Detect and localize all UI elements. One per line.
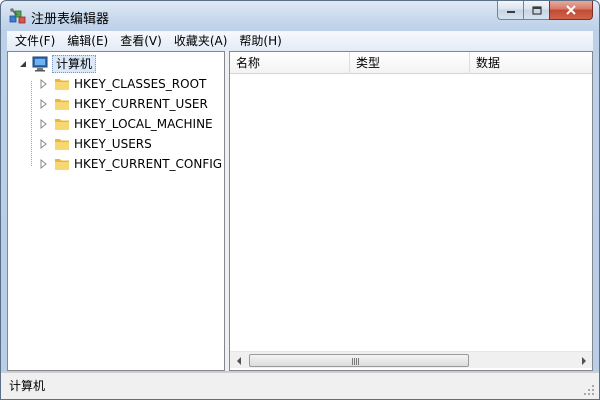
tree-item-label: HKEY_USERS	[74, 137, 152, 151]
minimize-icon	[506, 11, 515, 13]
status-bar: 计算机	[1, 372, 599, 399]
folder-icon	[55, 139, 69, 150]
column-header-type[interactable]: 类型	[350, 52, 470, 74]
list-header: 名称 类型 数据	[230, 52, 592, 74]
expand-arrow-icon[interactable]	[38, 79, 48, 89]
scroll-left-button[interactable]	[230, 352, 247, 369]
menu-bar: 文件(F) 编辑(E) 查看(V) 收藏夹(A) 帮助(H)	[7, 31, 593, 51]
scroll-right-button[interactable]	[575, 352, 592, 369]
menu-favorites[interactable]: 收藏夹(A)	[168, 32, 234, 50]
expand-arrow-icon[interactable]	[38, 139, 48, 149]
close-button[interactable]	[549, 1, 593, 20]
resize-grip-icon[interactable]	[583, 384, 595, 396]
key-tree-pane[interactable]: 计算机 HKEY_CLASSES_ROOT HKEY_CURRENT_USER …	[7, 51, 225, 371]
scrollbar-thumb[interactable]	[249, 354, 469, 367]
tree-item-hkey-users[interactable]: HKEY_USERS	[8, 134, 224, 154]
menu-view[interactable]: 查看(V)	[114, 32, 168, 50]
menu-edit[interactable]: 编辑(E)	[61, 32, 114, 50]
minimize-button[interactable]	[497, 1, 523, 20]
folder-icon	[55, 79, 69, 90]
folder-icon	[55, 119, 69, 130]
scroll-left-arrow-icon	[236, 356, 241, 365]
tree-item-label: HKEY_CLASSES_ROOT	[74, 77, 207, 91]
registry-editor-icon[interactable]	[9, 7, 27, 25]
grip-icon	[352, 358, 360, 365]
window-controls	[497, 1, 593, 21]
tree-item-hkey-current-config[interactable]: HKEY_CURRENT_CONFIG	[8, 154, 224, 174]
tree-item-label: HKEY_CURRENT_CONFIG	[74, 157, 223, 171]
tree-item-label: HKEY_LOCAL_MACHINE	[74, 117, 213, 131]
expand-arrow-icon[interactable]	[38, 159, 48, 169]
tree-item-hkey-classes-root[interactable]: HKEY_CLASSES_ROOT	[8, 74, 224, 94]
values-list-pane[interactable]: 名称 类型 数据	[229, 51, 593, 371]
computer-icon	[32, 56, 48, 72]
tree-item-hkey-current-user[interactable]: HKEY_CURRENT_USER	[8, 94, 224, 114]
column-header-name[interactable]: 名称	[230, 52, 350, 74]
horizontal-scrollbar[interactable]	[230, 351, 592, 368]
folder-icon	[55, 159, 69, 170]
client-area: 计算机 HKEY_CLASSES_ROOT HKEY_CURRENT_USER …	[7, 51, 593, 371]
menu-file[interactable]: 文件(F)	[9, 32, 61, 50]
expand-arrow-icon[interactable]	[38, 99, 48, 109]
tree-item-computer[interactable]: 计算机	[8, 54, 224, 74]
maximize-button[interactable]	[523, 1, 549, 20]
title-bar[interactable]: 注册表编辑器	[1, 1, 599, 31]
menu-help[interactable]: 帮助(H)	[233, 32, 287, 50]
window-title: 注册表编辑器	[31, 12, 110, 27]
tree-item-hkey-local-machine[interactable]: HKEY_LOCAL_MACHINE	[8, 114, 224, 134]
maximize-icon	[531, 5, 542, 15]
folder-icon	[55, 99, 69, 110]
column-header-data[interactable]: 数据	[470, 52, 592, 74]
collapse-arrow-icon[interactable]	[18, 59, 28, 69]
status-path: 计算机	[9, 379, 46, 393]
tree-item-label: HKEY_CURRENT_USER	[74, 97, 208, 111]
close-icon	[566, 5, 576, 15]
scroll-right-arrow-icon	[581, 356, 586, 365]
tree-item-label: 计算机	[52, 55, 97, 73]
expand-arrow-icon[interactable]	[38, 119, 48, 129]
registry-editor-window: 注册表编辑器 文件(F) 编辑(E) 查看(V) 收藏夹(A) 帮助(H) 计算…	[0, 0, 600, 400]
